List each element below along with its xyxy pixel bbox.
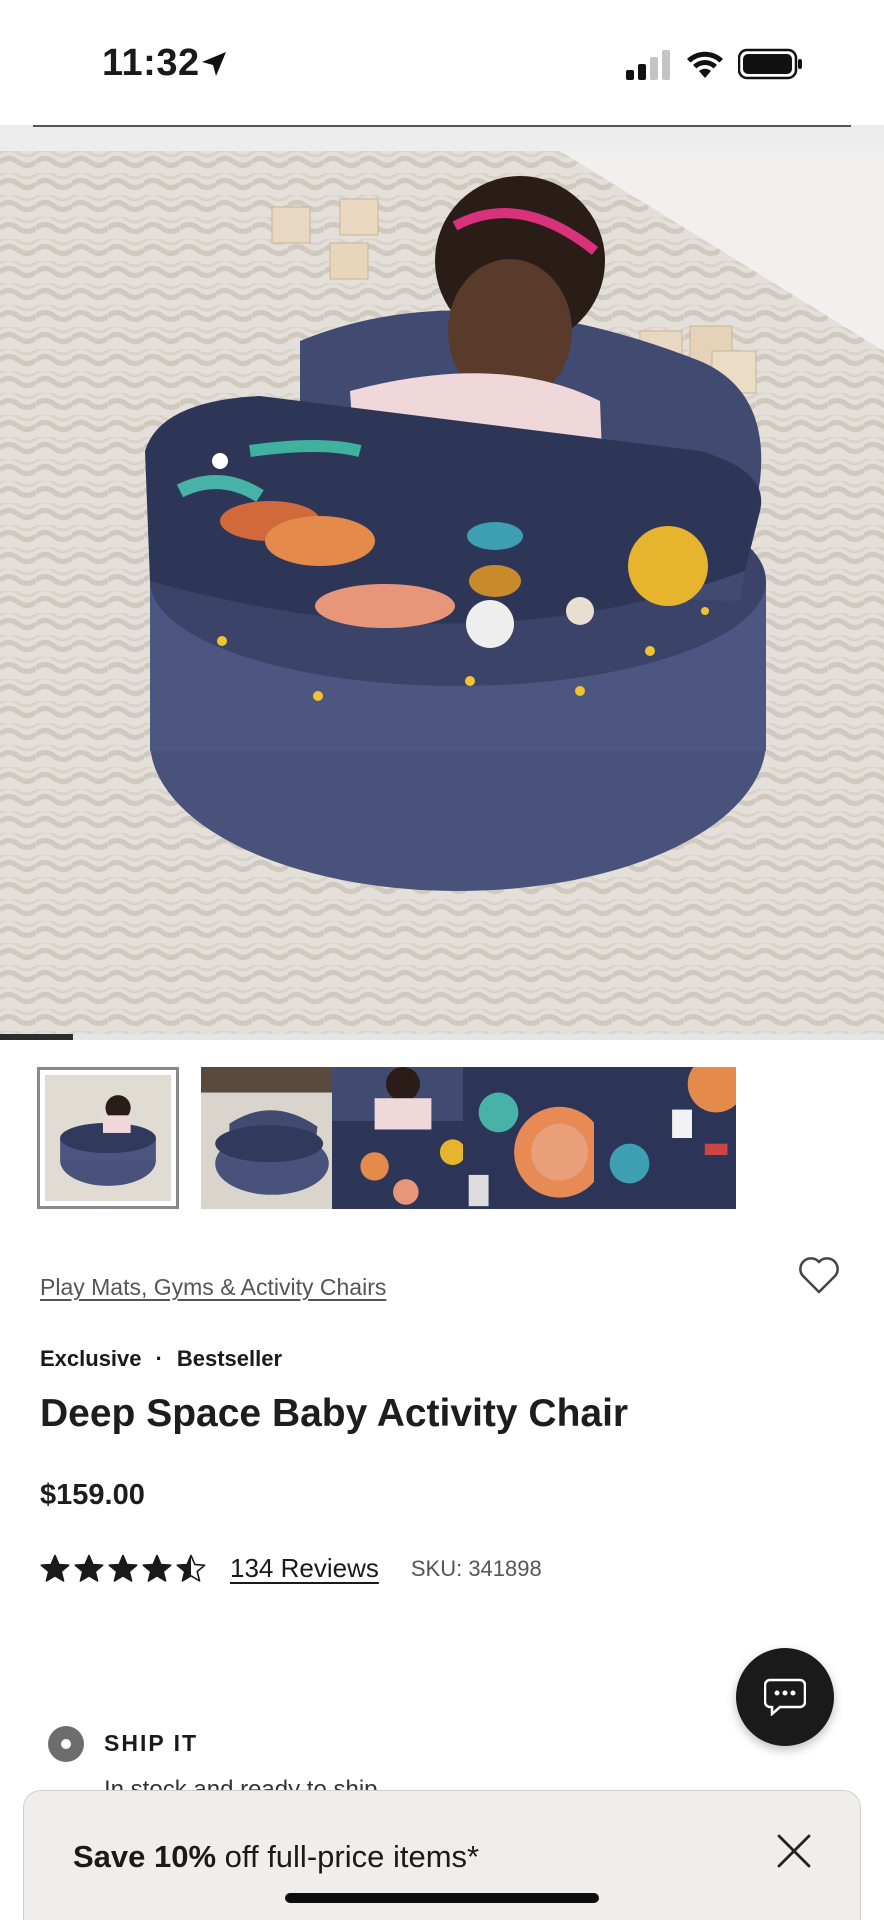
star-icon [74,1554,104,1582]
rating-stars [40,1554,206,1584]
product-price: $159.00 [40,1479,145,1511]
battery-icon [738,48,802,80]
gallery-progress-fill [0,1034,74,1040]
star-icon [176,1554,206,1582]
product-rating: 134 Reviews SKU: 341898 [40,1553,542,1584]
search-bar-border [33,125,851,127]
star-icon [40,1554,70,1582]
search-bar-edge [0,125,884,151]
tag-separator: · [155,1346,163,1371]
promo-bold: Save 10% [73,1839,217,1874]
thumbnail-5[interactable] [594,1067,736,1209]
product-sku: SKU: 341898 [410,1555,542,1581]
product-title: Deep Space Baby Activity Chair [40,1392,629,1435]
favorite-heart-icon[interactable] [797,1254,841,1296]
status-bar: 11:32 [0,0,884,125]
thumbnail-1[interactable] [37,1067,179,1209]
cellular-signal-icon [626,50,670,80]
product-tags: Exclusive · Bestseller [40,1346,282,1372]
thumbnail-4[interactable] [463,1067,605,1209]
wifi-icon [687,51,723,78]
close-icon[interactable] [776,1833,812,1869]
ship-it-label: SHIP IT [104,1730,199,1756]
location-arrow-icon [202,52,226,76]
status-time: 11:32 [102,42,200,84]
promo-text: Save 10% off full-price items* [73,1839,479,1875]
ship-it-radio[interactable] [48,1726,84,1762]
chat-bubble-icon [764,1678,806,1716]
thumbnail-3[interactable] [332,1067,474,1209]
reviews-link[interactable]: 134 Reviews [230,1553,379,1584]
star-icon [142,1554,172,1582]
star-icon [108,1554,138,1582]
promo-rest: off full-price items* [216,1839,480,1874]
gallery-progress-track [0,1034,884,1040]
home-indicator [285,1893,599,1903]
category-breadcrumb-link[interactable]: Play Mats, Gyms & Activity Chairs [40,1274,386,1301]
bestseller-tag: Bestseller [176,1346,283,1371]
thumbnail-strip [37,1067,837,1209]
exclusive-tag: Exclusive [40,1346,142,1371]
product-hero-image[interactable] [0,151,884,1034]
thumbnail-2[interactable] [201,1067,343,1209]
chat-button[interactable] [736,1648,834,1746]
